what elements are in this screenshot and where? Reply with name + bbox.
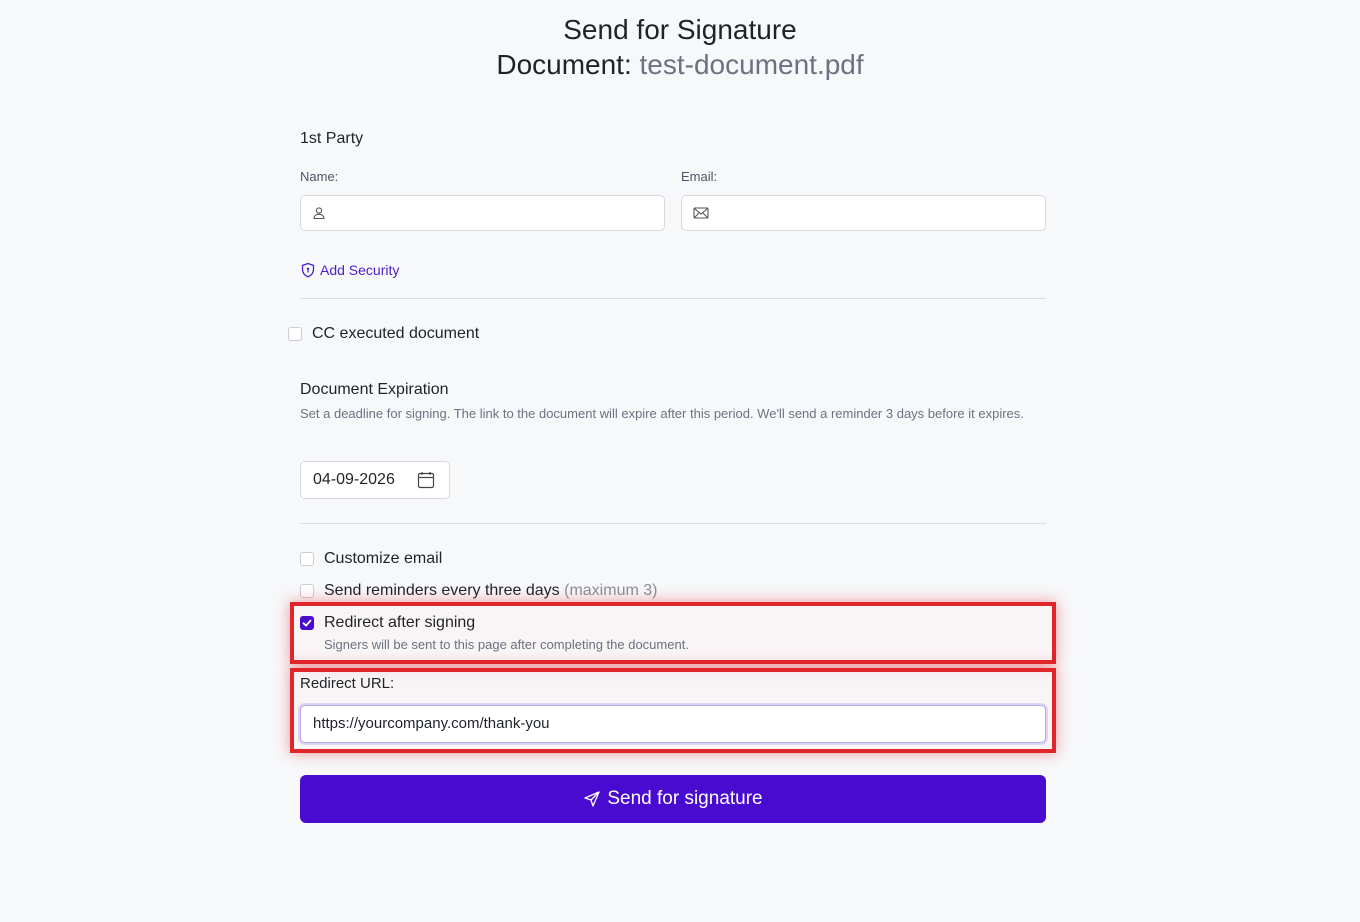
expiration-date-value: 04-09-2026 xyxy=(313,471,395,488)
customize-email-label: Customize email xyxy=(324,550,443,567)
send-for-signature-button[interactable]: Send for signature xyxy=(300,775,1046,823)
cc-executed-option[interactable]: CC executed document xyxy=(288,325,479,343)
redirect-label: Redirect after signing xyxy=(324,614,476,631)
add-security-link[interactable]: Add Security xyxy=(300,262,399,278)
divider xyxy=(300,298,1046,299)
reminders-option[interactable]: Send reminders every three days (maximum… xyxy=(300,582,657,600)
divider xyxy=(300,523,1046,524)
name-field[interactable] xyxy=(300,195,665,231)
expiration-description: Set a deadline for signing. The link to … xyxy=(300,406,1024,421)
shield-icon xyxy=(301,262,315,278)
reminders-text: Send reminders every three days (maximum… xyxy=(324,582,657,600)
customize-email-checkbox[interactable] xyxy=(300,552,314,566)
cc-executed-checkbox[interactable] xyxy=(288,327,302,341)
user-icon xyxy=(313,207,325,220)
page-header: Send for Signature Document: test-docume… xyxy=(0,12,1360,82)
cc-executed-label: CC executed document xyxy=(312,325,480,342)
email-field[interactable] xyxy=(681,195,1046,231)
redirect-url-label: Redirect URL: xyxy=(300,675,395,692)
document-label: Document: xyxy=(496,49,632,80)
add-security-label: Add Security xyxy=(320,262,400,278)
reminders-checkbox[interactable] xyxy=(300,584,314,598)
expiration-date-input[interactable]: 04-09-2026 xyxy=(300,461,450,499)
reminders-note: (maximum 3) xyxy=(564,582,658,599)
document-line: Document: test-document.pdf xyxy=(0,48,1360,82)
redirect-url-value: https://yourcompany.com/thank-you xyxy=(313,715,550,732)
page-title: Send for Signature xyxy=(563,14,797,45)
customize-email-option[interactable]: Customize email xyxy=(300,550,442,568)
mail-icon xyxy=(693,207,709,219)
send-button-label: Send for signature xyxy=(607,788,763,809)
calendar-icon[interactable] xyxy=(417,471,435,489)
send-for-signature-page: Send for Signature Document: test-docume… xyxy=(0,0,1360,922)
redirect-checkbox[interactable] xyxy=(300,616,314,630)
reminders-label: Send reminders every three days xyxy=(324,582,560,599)
name-label: Name: xyxy=(300,169,339,184)
party-heading: 1st Party xyxy=(300,130,364,147)
redirect-description: Signers will be sent to this page after … xyxy=(324,637,689,652)
email-label: Email: xyxy=(681,169,718,184)
redirect-option[interactable]: Redirect after signing xyxy=(300,614,475,632)
checkmark-icon xyxy=(302,619,312,627)
redirect-option-highlight xyxy=(290,602,1056,664)
expiration-title: Document Expiration xyxy=(300,381,449,398)
redirect-url-input[interactable]: https://yourcompany.com/thank-you xyxy=(300,705,1046,743)
send-icon xyxy=(584,791,601,807)
document-name: test-document.pdf xyxy=(639,49,864,80)
